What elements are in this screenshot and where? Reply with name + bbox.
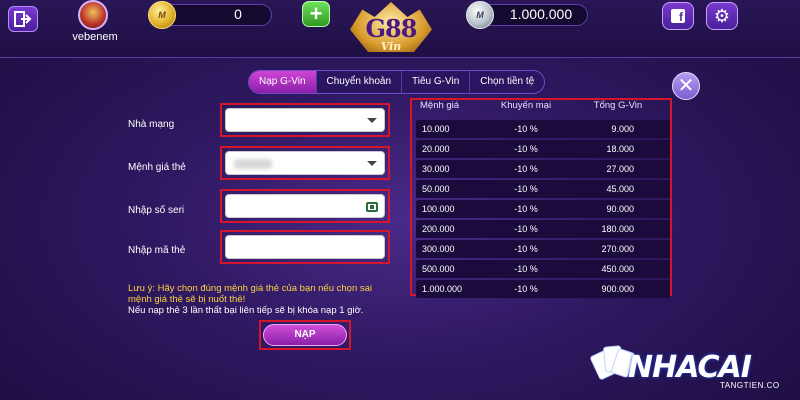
cell-denomination: 500.000	[422, 264, 455, 274]
submit-button[interactable]: NẠP	[263, 324, 347, 346]
cell-denomination: 50.000	[422, 184, 450, 194]
exit-icon	[14, 11, 32, 27]
code-label: Nhập mã thẻ	[128, 245, 186, 256]
cell-total: 450.000	[601, 264, 634, 274]
logo: G88 Vin	[344, 0, 438, 64]
cell-promotion: -10 %	[514, 164, 538, 174]
cell-promotion: -10 %	[514, 144, 538, 154]
cell-promotion: -10 %	[514, 224, 538, 234]
cell-denomination: 1.000.000	[422, 284, 463, 294]
cell-promotion: -10 %	[514, 284, 538, 294]
tab-chon-tien-te[interactable]: Chọn tiền tệ	[470, 71, 544, 93]
network-select[interactable]	[225, 108, 385, 132]
cell-total: 900.000	[601, 284, 634, 294]
tab-nap-gvin[interactable]: Nạp G-Vin	[249, 71, 317, 93]
cell-promotion: -10 %	[514, 244, 538, 254]
cell-total: 45.000	[606, 184, 634, 194]
logo-subtext: Vin	[380, 40, 402, 53]
cell-denomination: 30.000	[422, 164, 450, 174]
chevron-down-icon	[367, 118, 377, 123]
table-row: 1.000.000 -10 % 900.000	[416, 280, 670, 298]
username: vebenem	[72, 31, 118, 43]
code-input[interactable]	[226, 236, 384, 258]
table-row: 10.000 -10 % 9.000	[416, 120, 670, 138]
cell-total: 270.000	[601, 244, 634, 254]
facebook-button[interactable]: f	[662, 2, 694, 30]
cell-promotion: -10 %	[514, 124, 538, 134]
serial-input[interactable]	[226, 195, 384, 217]
code-field[interactable]	[225, 235, 385, 259]
cell-total: 27.000	[606, 164, 634, 174]
serial-highlight	[220, 189, 390, 223]
cell-denomination: 300.000	[422, 244, 455, 254]
cell-promotion: -10 %	[514, 204, 538, 214]
denomination-label: Mệnh giá thẻ	[128, 162, 186, 173]
denomination-highlight	[220, 146, 390, 180]
silver-coin-icon: M	[466, 1, 494, 29]
warning-note: Lưu ý: Hãy chọn đúng mệnh giá thẻ của bạ…	[128, 283, 396, 316]
blurred-denomination-value	[234, 159, 272, 169]
table-row: 100.000 -10 % 90.000	[416, 200, 670, 218]
table-row: 300.000 -10 % 270.000	[416, 240, 670, 258]
table-row: 20.000 -10 % 18.000	[416, 140, 670, 158]
code-highlight	[220, 230, 390, 264]
network-input[interactable]	[226, 109, 384, 131]
avatar[interactable]	[78, 0, 108, 30]
serial-label: Nhập số seri	[128, 205, 185, 216]
table-row: 500.000 -10 % 450.000	[416, 260, 670, 278]
cell-total: 180.000	[601, 224, 634, 234]
cell-total: 90.000	[606, 204, 634, 214]
network-highlight	[220, 103, 390, 137]
denomination-select[interactable]	[225, 151, 385, 175]
note-lockout: Nếu nạp thẻ 3 lần thất bại liên tiếp sẽ …	[128, 305, 364, 316]
cell-denomination: 200.000	[422, 224, 455, 234]
chevron-down-icon	[367, 161, 377, 166]
rate-table-header: Mệnh giá Khuyến mại Tổng G-Vin	[416, 100, 670, 114]
submit-highlight: NẠP	[259, 320, 351, 350]
settings-button[interactable]: ⚙	[706, 2, 738, 30]
note-warning: Lưu ý: Hãy chọn đúng mệnh giá thẻ của bạ…	[128, 283, 373, 305]
cell-total: 9.000	[611, 124, 634, 134]
header-promotion: Khuyến mại	[500, 100, 552, 111]
cell-promotion: -10 %	[514, 184, 538, 194]
close-button[interactable]: ✕	[672, 72, 700, 100]
tab-chuyen-khoan[interactable]: Chuyển khoản	[317, 71, 403, 93]
coin-balance: 0	[234, 6, 242, 22]
cell-total: 18.000	[606, 144, 634, 154]
header-denomination: Mệnh giá	[420, 100, 460, 111]
cell-promotion: -10 %	[514, 264, 538, 274]
serial-field[interactable]	[225, 194, 385, 218]
money-balance: 1.000.000	[509, 6, 573, 22]
network-label: Nhà mạng	[128, 119, 175, 130]
watermark-text: NHACAI	[628, 350, 752, 385]
cell-denomination: 20.000	[422, 144, 450, 154]
add-coin-button[interactable]: +	[302, 1, 330, 27]
facebook-icon: f	[671, 9, 685, 24]
tab-bar: Nạp G-Vin Chuyển khoản Tiêu G-Vin Chọn t…	[248, 70, 546, 94]
exit-button[interactable]	[8, 6, 38, 32]
cell-denomination: 10.000	[422, 124, 450, 134]
scan-icon[interactable]	[366, 202, 378, 212]
logo-text: G88	[365, 14, 418, 43]
tab-tieu-gvin[interactable]: Tiêu G-Vin	[402, 71, 471, 93]
table-row: 50.000 -10 % 45.000	[416, 180, 670, 198]
close-icon: ✕	[677, 75, 695, 97]
header-total: Tổng G-Vin	[593, 100, 643, 111]
table-row: 30.000 -10 % 27.000	[416, 160, 670, 178]
cell-denomination: 100.000	[422, 204, 455, 214]
gear-icon: ⚙	[713, 6, 731, 26]
gold-coin-icon: M	[148, 1, 176, 29]
table-row: 200.000 -10 % 180.000	[416, 220, 670, 238]
watermark-subtext: TANGTIEN.CO	[720, 381, 780, 390]
